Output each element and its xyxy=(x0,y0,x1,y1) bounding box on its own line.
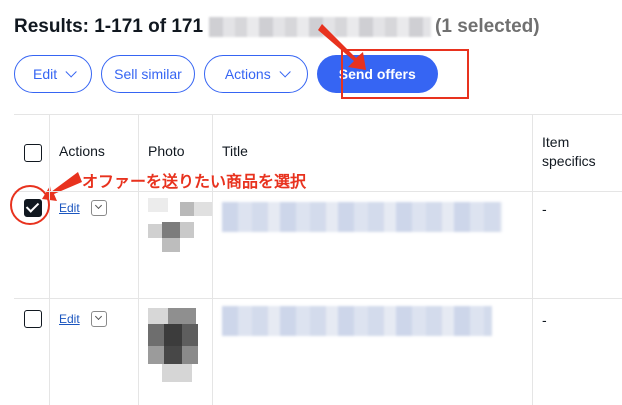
column-header-title: Title xyxy=(222,143,248,159)
row-select-checkbox[interactable] xyxy=(24,310,42,328)
annotation-label: オファーを送りたい商品を選択 xyxy=(82,174,307,191)
table-row: Edit - xyxy=(14,298,622,405)
item-title-blurred[interactable] xyxy=(222,202,502,232)
row-edit-link[interactable]: Edit xyxy=(59,312,80,326)
select-all-checkbox[interactable] xyxy=(24,144,42,162)
item-title-blurred[interactable] xyxy=(222,306,492,336)
row-actions-dropdown[interactable] xyxy=(91,200,107,216)
item-photo[interactable] xyxy=(148,308,212,388)
column-header-actions: Actions xyxy=(59,143,105,159)
row-actions-dropdown[interactable] xyxy=(91,311,107,327)
row-edit-link[interactable]: Edit xyxy=(59,201,80,215)
table-row: Edit - xyxy=(14,190,622,299)
arrow-to-send-offers xyxy=(318,24,366,70)
item-specifics-value: - xyxy=(542,312,547,328)
item-photo[interactable] xyxy=(148,198,212,262)
checkbox-highlight-circle xyxy=(10,185,50,225)
column-header-item-specifics: Item specifics xyxy=(542,134,596,169)
column-header-photo: Photo xyxy=(148,143,185,159)
item-specifics-value: - xyxy=(542,201,547,217)
